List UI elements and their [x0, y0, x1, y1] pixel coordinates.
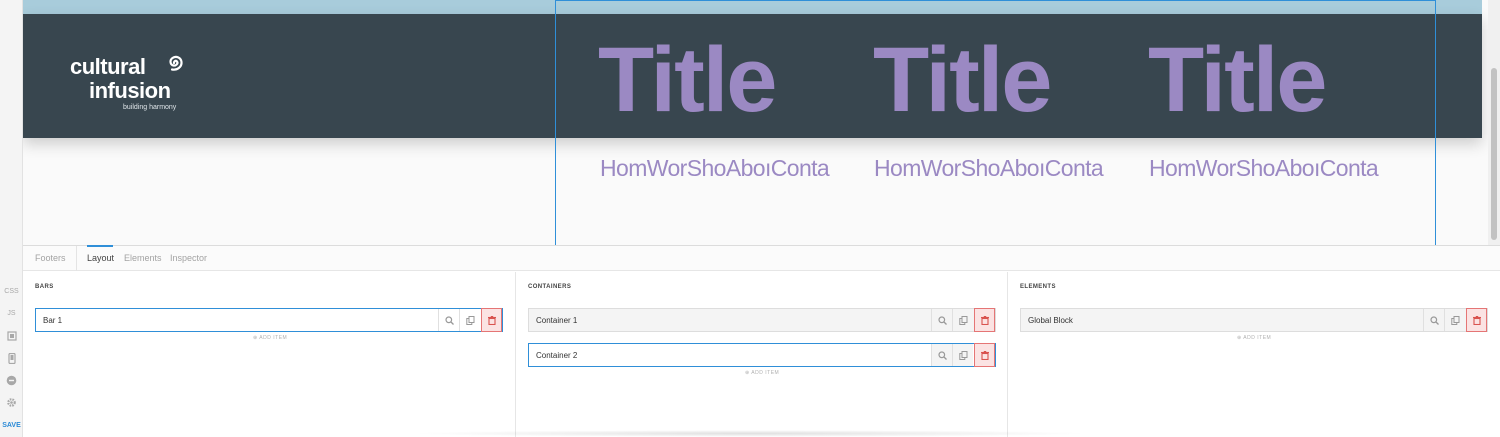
- layout-icon[interactable]: [0, 331, 23, 341]
- swirl-icon: [169, 55, 183, 71]
- elements-column: ELEMENTS Global Block ⊕ ADD ITEM: [1008, 272, 1500, 437]
- column-title-3[interactable]: Title: [1148, 34, 1327, 126]
- inspect-button[interactable]: [1423, 309, 1444, 331]
- trash-icon: [980, 350, 989, 360]
- duplicate-button[interactable]: [952, 309, 973, 331]
- trash-icon: [1472, 315, 1481, 325]
- css-button[interactable]: CSS: [0, 288, 23, 295]
- gear-icon[interactable]: [0, 397, 23, 408]
- column-menu-2[interactable]: HomWorShoAboıConta: [874, 155, 1104, 182]
- elements-heading: ELEMENTS: [1020, 284, 1056, 290]
- search-icon: [937, 315, 947, 325]
- delete-button[interactable]: [481, 308, 502, 332]
- js-button[interactable]: JS: [0, 310, 23, 317]
- copy-icon: [1450, 315, 1459, 325]
- left-rail: CSS JS SAVE: [0, 0, 23, 437]
- container-item-label: Container 2: [536, 351, 578, 360]
- css-label: CSS: [4, 288, 19, 295]
- panel-tabs: Footers Layout Elements Inspector: [23, 245, 1500, 271]
- copy-icon: [465, 315, 474, 325]
- containers-heading: CONTAINERS: [528, 284, 572, 290]
- builder-panel: Footers Layout Elements Inspector BARS B…: [23, 245, 1500, 437]
- logo-word-1: cultural: [70, 54, 146, 79]
- search-icon: [1429, 315, 1439, 325]
- column-menu-1[interactable]: HomWorShoAboıConta: [600, 155, 830, 182]
- bar-item[interactable]: Bar 1: [35, 308, 503, 332]
- trash-icon: [980, 315, 989, 325]
- duplicate-button[interactable]: [1444, 309, 1465, 331]
- save-label: SAVE: [2, 422, 21, 429]
- delete-button[interactable]: [1466, 308, 1487, 332]
- containers-column: CONTAINERS Container 1 Container 2 ⊕ ADD…: [516, 272, 1008, 437]
- inspect-button[interactable]: [931, 309, 952, 331]
- trash-icon: [487, 315, 496, 325]
- status-icon[interactable]: [0, 375, 23, 386]
- top-strip: [23, 0, 1482, 14]
- site-preview[interactable]: cultural infusion building harmony Title…: [23, 0, 1500, 245]
- column-title-1[interactable]: Title: [598, 34, 777, 126]
- copy-icon: [958, 315, 967, 325]
- search-icon: [444, 315, 454, 325]
- mobile-icon[interactable]: [0, 353, 23, 364]
- save-button[interactable]: SAVE: [0, 422, 23, 429]
- add-container-button[interactable]: ⊕ ADD ITEM: [745, 370, 779, 376]
- bar-item-label: Bar 1: [43, 316, 63, 325]
- container-item-label: Container 1: [536, 316, 578, 325]
- inspect-button[interactable]: [931, 344, 952, 366]
- bars-heading: BARS: [35, 284, 54, 290]
- column-title-2[interactable]: Title: [873, 34, 1052, 126]
- panel-shadow: [410, 430, 1090, 437]
- logo-word-2: infusion: [89, 78, 171, 103]
- duplicate-button[interactable]: [952, 344, 973, 366]
- column-menu-3[interactable]: HomWorShoAboıConta: [1149, 155, 1379, 182]
- search-icon: [937, 350, 947, 360]
- delete-button[interactable]: [974, 308, 995, 332]
- logo: cultural infusion building harmony: [70, 54, 200, 124]
- tab-elements[interactable]: Elements: [124, 253, 162, 263]
- js-label: JS: [7, 310, 16, 317]
- container-item[interactable]: Container 1: [528, 308, 996, 332]
- tab-inspector[interactable]: Inspector: [170, 253, 207, 263]
- inspect-button[interactable]: [438, 309, 459, 331]
- scrollbar-thumb[interactable]: [1491, 68, 1497, 240]
- tab-layout[interactable]: Layout: [87, 253, 114, 263]
- tab-footers[interactable]: Footers: [35, 253, 66, 263]
- logo-tagline: building harmony: [123, 104, 177, 111]
- container-item[interactable]: Container 2: [528, 343, 996, 367]
- active-tab-indicator: [87, 245, 113, 247]
- preview-scrollbar[interactable]: [1488, 0, 1500, 245]
- add-element-button[interactable]: ⊕ ADD ITEM: [1237, 335, 1271, 341]
- delete-button[interactable]: [974, 343, 995, 367]
- duplicate-button[interactable]: [459, 309, 480, 331]
- add-bar-button[interactable]: ⊕ ADD ITEM: [253, 335, 287, 341]
- element-item[interactable]: Global Block: [1020, 308, 1488, 332]
- tab-divider: [76, 246, 77, 271]
- element-item-label: Global Block: [1028, 316, 1073, 325]
- bars-column: BARS Bar 1 ⊕ ADD ITEM: [23, 272, 516, 437]
- copy-icon: [958, 350, 967, 360]
